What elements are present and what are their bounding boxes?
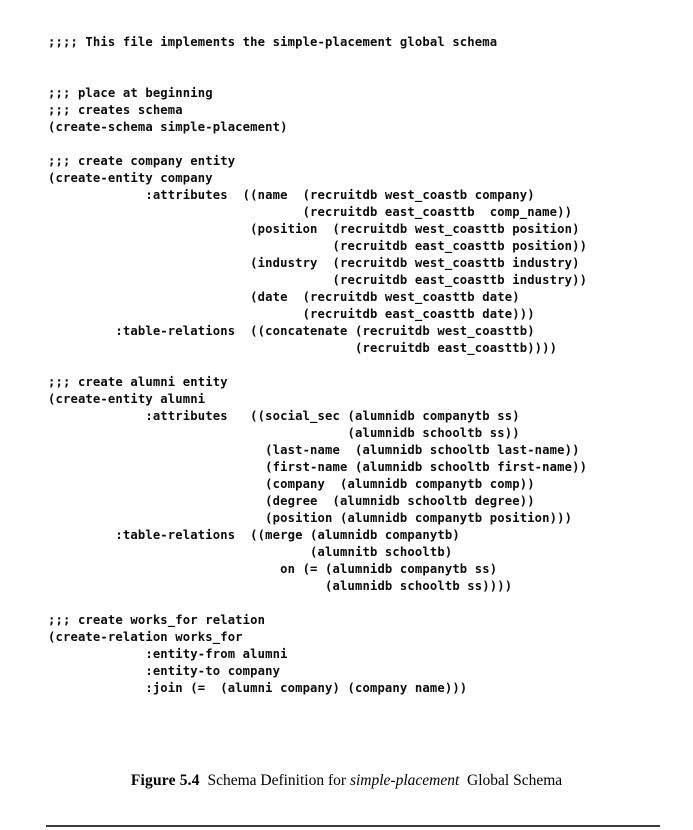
figure-caption: Figure 5.4 Schema Definition for simple-… [0, 772, 693, 790]
page-canvas: ;;;; This file implements the simple-pla… [0, 0, 693, 830]
code-listing-content: ;;;; This file implements the simple-pla… [48, 35, 588, 696]
page-footer-rule [46, 825, 660, 827]
caption-description-after: Global Schema [467, 772, 563, 789]
code-listing: ;;;; This file implements the simple-pla… [48, 34, 587, 697]
figure-label: Figure 5.4 [130, 772, 200, 789]
caption-emphasis: simple-placement [349, 772, 460, 789]
caption-space-2 [459, 772, 467, 789]
caption-description-before: Schema Definition for [207, 772, 347, 789]
